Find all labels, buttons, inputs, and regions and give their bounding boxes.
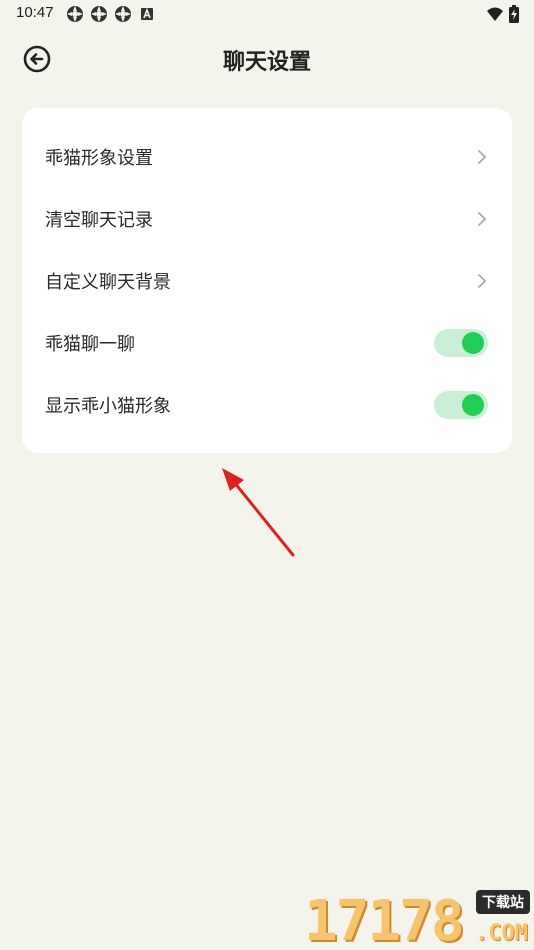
chevron-right-icon — [478, 150, 487, 164]
status-time: 10:47 — [16, 4, 54, 21]
watermark-digits: 17178 — [304, 889, 465, 950]
app-notification-icon — [91, 6, 107, 22]
watermark-suffix: .COM — [475, 921, 528, 946]
app-notification-icon — [67, 6, 83, 22]
setting-label: 自定义聊天背景 — [45, 272, 171, 293]
setting-row-cat-avatar[interactable]: 乖猫形象设置 — [22, 126, 512, 188]
chevron-right-icon — [478, 212, 487, 226]
status-system-icons — [486, 5, 520, 23]
app-notification-icon — [115, 6, 131, 22]
header: 聊天设置 — [0, 28, 534, 88]
battery-charging-icon — [509, 5, 519, 23]
watermark-badge: 下载站 — [476, 890, 530, 914]
setting-label: 清空聊天记录 — [45, 210, 153, 231]
toggle-knob — [462, 332, 484, 354]
toggle-knob — [462, 394, 484, 416]
setting-row-clear-history[interactable]: 清空聊天记录 — [22, 188, 512, 250]
setting-row-show-cat-avatar: 显示乖小猫形象 — [22, 374, 512, 436]
a-badge-icon — [141, 7, 153, 20]
setting-label: 乖猫形象设置 — [45, 148, 153, 169]
cat-chat-toggle[interactable] — [434, 329, 488, 357]
settings-card: 乖猫形象设置 清空聊天记录 自定义聊天背景 乖猫聊一聊 显示乖小猫形象 — [22, 108, 512, 453]
setting-row-custom-background[interactable]: 自定义聊天背景 — [22, 250, 512, 312]
setting-row-cat-chat: 乖猫聊一聊 — [22, 312, 512, 374]
show-cat-avatar-toggle[interactable] — [434, 391, 488, 419]
watermark-logo: 17178 下载站 .COM — [304, 888, 534, 950]
status-notification-icons — [66, 5, 156, 23]
wifi-icon — [487, 7, 503, 21]
chevron-right-icon — [478, 274, 487, 288]
page-title: 聊天设置 — [222, 50, 311, 75]
status-bar: 10:47 — [0, 0, 534, 28]
setting-label: 显示乖小猫形象 — [45, 396, 171, 417]
setting-label: 乖猫聊一聊 — [45, 334, 135, 355]
